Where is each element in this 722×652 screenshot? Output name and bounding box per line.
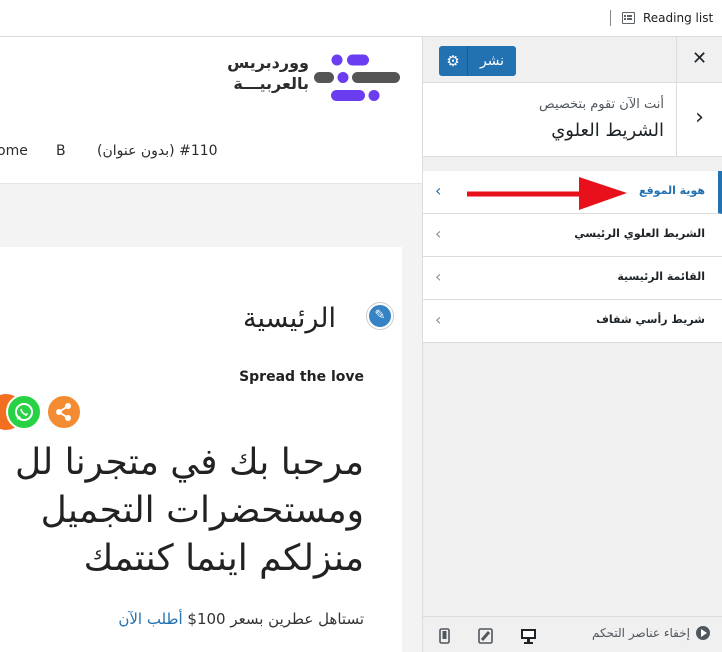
page-title: الرئيسية bbox=[243, 303, 336, 334]
whatsapp-share-button[interactable] bbox=[6, 394, 42, 430]
edit-shortcut-pencil-icon[interactable]: ✎ bbox=[367, 303, 393, 329]
customizer-menu: هوية الموقع ‹ الشريط العلوي الرئيسي ‹ ال… bbox=[423, 171, 722, 343]
menu-item-label: هوية الموقع bbox=[638, 184, 705, 197]
toolbar-separator bbox=[610, 10, 611, 26]
menu-item-main-menu[interactable]: القائمة الرئيسية ‹ bbox=[423, 257, 722, 300]
customizing-label: أنت الآن تقوم بتخصيص bbox=[539, 97, 664, 112]
order-now-link[interactable]: أطلب الآن bbox=[118, 610, 182, 628]
reading-list-button[interactable]: Reading list bbox=[622, 9, 713, 27]
nav-item-untitled[interactable]: #110 (بدون عنوان) bbox=[97, 143, 218, 159]
site-header: ووردبريس بالعربيـــة ome B #110 (بدون عن… bbox=[0, 37, 422, 184]
menu-item-site-identity[interactable]: هوية الموقع ‹ bbox=[423, 171, 722, 214]
site-logo-text[interactable]: ووردبريس بالعربيـــة bbox=[217, 52, 309, 98]
customizer-sidebar: ⚙ نشر ✕ أنت الآن تقوم بتخصيص الشريط العل… bbox=[422, 37, 722, 652]
menu-item-label: القائمة الرئيسية bbox=[617, 270, 705, 283]
publish-button-group: ⚙ نشر bbox=[439, 46, 516, 76]
hide-controls-button[interactable]: إخفاء عناصر التحكم bbox=[592, 626, 710, 640]
menu-item-transparent-header[interactable]: شريط رأسي شفاف ‹ bbox=[423, 300, 722, 343]
spread-love-heading: Spread the love bbox=[239, 369, 364, 385]
browser-toolbar: Reading list bbox=[0, 0, 722, 37]
close-customizer-close-icon[interactable]: ✕ bbox=[676, 37, 722, 82]
publish-settings-gear-icon[interactable]: ⚙ bbox=[439, 46, 468, 76]
desktop-preview-icon[interactable] bbox=[520, 628, 537, 644]
hero-text: مرحبا بك في متجرنا لل ومستحضرات التجميل … bbox=[0, 439, 364, 583]
menu-item-label: شريط رأسي شفاف bbox=[596, 313, 705, 326]
hero-line: مرحبا بك في متجرنا لل bbox=[14, 442, 364, 483]
share-icon bbox=[56, 403, 71, 421]
customizer-footer: إخفاء عناصر التحكم bbox=[423, 616, 722, 652]
customizing-section-info: أنت الآن تقوم بتخصيص الشريط العلوي › bbox=[423, 83, 722, 157]
mobile-preview-icon[interactable] bbox=[439, 628, 450, 644]
logo-line-1: ووردبريس bbox=[227, 53, 309, 72]
promo-text: تستاهل عطرين بسعر 100$ bbox=[182, 610, 364, 628]
menu-item-label: الشريط العلوي الرئيسي bbox=[574, 227, 705, 240]
logo-line-2: بالعربيـــة bbox=[233, 74, 309, 93]
back-chevron-right-icon[interactable]: › bbox=[676, 83, 722, 156]
chevron-left-icon: ‹ bbox=[435, 224, 442, 243]
whatsapp-icon bbox=[15, 403, 33, 421]
reading-list-label: Reading list bbox=[643, 11, 714, 25]
hide-controls-label: إخفاء عناصر التحكم bbox=[592, 626, 690, 640]
publish-button[interactable]: نشر bbox=[468, 46, 516, 76]
hero-line: ومستحضرات التجميل bbox=[40, 490, 364, 531]
promo-line: تستاهل عطرين بسعر 100$ أطلب الآن bbox=[60, 610, 364, 628]
hero-line: منزلكم اينما كنتمك bbox=[83, 538, 364, 579]
red-annotation-arrow-icon bbox=[467, 177, 627, 210]
site-preview: ووردبريس بالعربيـــة ome B #110 (بدون عن… bbox=[0, 37, 422, 652]
customizer-header: ⚙ نشر ✕ bbox=[423, 37, 722, 83]
site-nav: ome B #110 (بدون عنوان) bbox=[0, 143, 422, 163]
share-buttons bbox=[0, 394, 98, 430]
menu-item-main-top-bar[interactable]: الشريط العلوي الرئيسي ‹ bbox=[423, 214, 722, 257]
nav-item-b[interactable]: B bbox=[56, 143, 66, 159]
tablet-preview-icon[interactable] bbox=[478, 628, 493, 644]
play-icon bbox=[696, 626, 710, 640]
chevron-left-icon: ‹ bbox=[435, 181, 442, 200]
site-logo-icon[interactable] bbox=[314, 53, 402, 103]
share-more-button[interactable] bbox=[46, 394, 82, 430]
reading-list-icon bbox=[622, 12, 635, 24]
chevron-left-icon: ‹ bbox=[435, 310, 442, 329]
customizing-title: الشريط العلوي bbox=[551, 120, 664, 141]
chevron-left-icon: ‹ bbox=[435, 267, 442, 286]
page-content: الرئيسية ✎ Spread the love مرحبا بك في م… bbox=[0, 247, 402, 652]
nav-item-home[interactable]: ome bbox=[0, 143, 28, 159]
